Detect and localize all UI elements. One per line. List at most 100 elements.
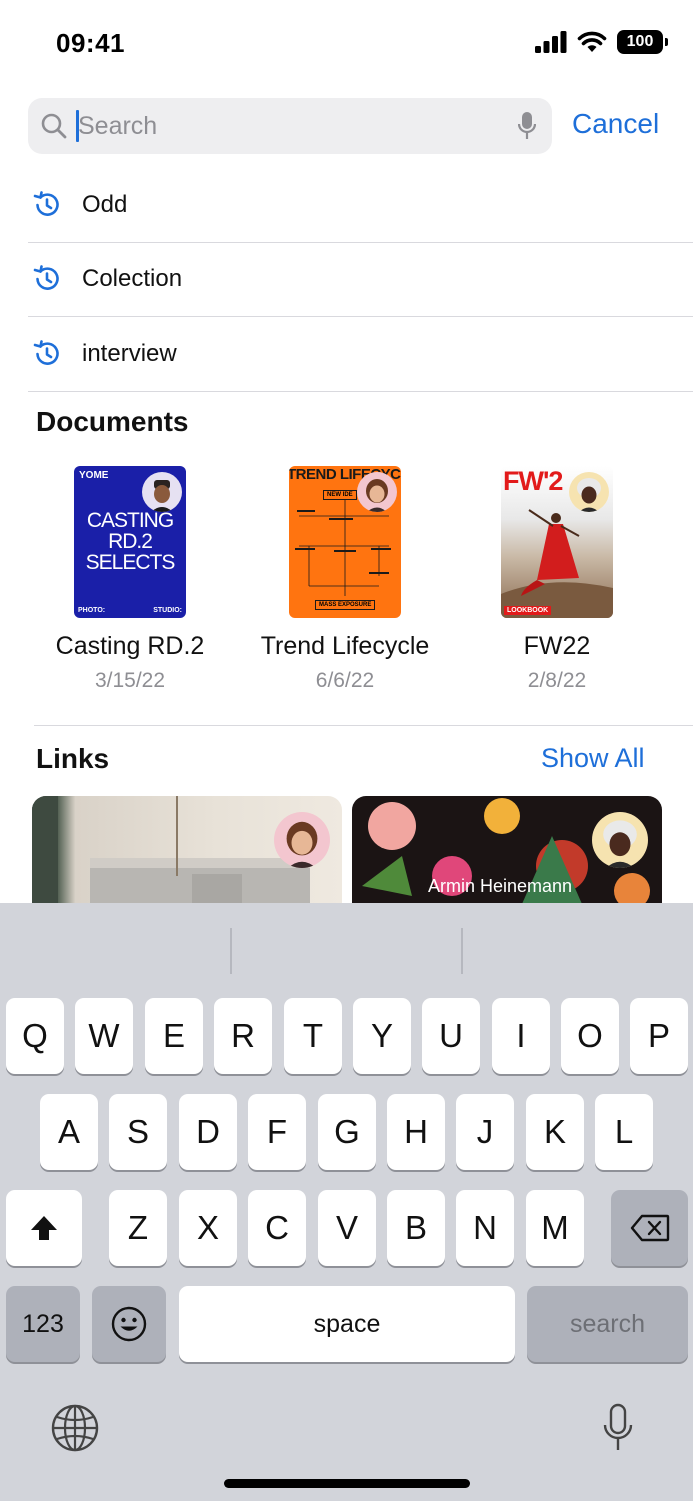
numbers-key[interactable]: 123 — [6, 1286, 80, 1362]
emoji-key[interactable] — [92, 1286, 166, 1362]
recent-search-item[interactable]: interview — [28, 317, 693, 392]
search-bar: Cancel — [28, 98, 668, 154]
history-icon — [33, 190, 59, 216]
thumbnail-footer-right: STUDIO: — [153, 607, 182, 614]
cellular-signal-icon — [535, 31, 567, 53]
recent-search-label: interview — [82, 339, 177, 367]
key-i[interactable]: I — [492, 998, 550, 1074]
document-thumbnail: TREND LIFECYC NEW IDE MASS EXPOSURE — [289, 466, 401, 618]
dictation-microphone-icon[interactable] — [602, 1403, 634, 1455]
document-item[interactable]: YOME CASTING RD.2 SELECTS PHOTO: STUDIO:… — [30, 466, 230, 693]
key-o[interactable]: O — [561, 998, 619, 1074]
key-b[interactable]: B — [387, 1190, 445, 1266]
key-v[interactable]: V — [318, 1190, 376, 1266]
key-w[interactable]: W — [75, 998, 133, 1074]
backspace-icon — [630, 1214, 669, 1242]
key-h[interactable]: H — [387, 1094, 445, 1170]
microphone-icon[interactable] — [518, 111, 536, 141]
space-key[interactable]: space — [179, 1286, 515, 1362]
key-m[interactable]: M — [526, 1190, 584, 1266]
link-card[interactable] — [32, 796, 342, 904]
memoji-avatar-icon — [286, 821, 318, 868]
document-item[interactable]: TREND LIFECYC NEW IDE MASS EXPOSURE Tren… — [245, 466, 445, 693]
history-icon — [33, 265, 59, 291]
shift-key[interactable] — [6, 1190, 82, 1266]
avatar — [569, 472, 609, 512]
memoji-avatar-icon — [151, 480, 173, 512]
recent-search-label: Odd — [82, 190, 128, 218]
key-r[interactable]: R — [214, 998, 272, 1074]
link-card[interactable]: Armin Heinemann — [352, 796, 662, 904]
wifi-icon — [577, 31, 607, 52]
status-bar: 09:41 100 — [0, 0, 693, 90]
key-t[interactable]: T — [284, 998, 342, 1074]
key-g[interactable]: G — [318, 1094, 376, 1170]
recent-search-label: Colection — [82, 265, 183, 293]
document-date: 3/15/22 — [94, 669, 166, 692]
recent-search-item[interactable]: Colection — [28, 243, 693, 317]
show-all-links-button[interactable]: Show All — [541, 743, 645, 774]
thumbnail-title: CASTING RD.2 SELECTS — [74, 510, 186, 573]
thumbnail-box: MASS EXPOSURE — [315, 600, 376, 610]
memoji-avatar-icon — [577, 478, 601, 512]
key-p[interactable]: P — [630, 998, 688, 1074]
recent-searches-list: Odd Colection interview — [28, 168, 693, 392]
key-c[interactable]: C — [248, 1190, 306, 1266]
avatar — [142, 472, 182, 512]
document-name: FW22 — [523, 632, 591, 660]
home-indicator — [224, 1479, 470, 1488]
battery-indicator: 100 — [617, 30, 668, 54]
key-y[interactable]: Y — [353, 998, 411, 1074]
document-thumbnail: FW'2 LOOKBOOK — [501, 466, 613, 618]
search-field[interactable] — [28, 98, 552, 154]
shift-arrow-icon — [31, 1216, 57, 1240]
suggestion-divider — [230, 928, 232, 974]
key-l[interactable]: L — [595, 1094, 653, 1170]
emoji-icon — [111, 1306, 147, 1342]
thumbnail-title-line: RD.2 — [108, 530, 153, 553]
delete-key[interactable] — [611, 1190, 688, 1266]
key-d[interactable]: D — [179, 1094, 237, 1170]
history-icon — [33, 339, 59, 365]
key-a[interactable]: A — [40, 1094, 98, 1170]
thumbnail-brand: YOME — [79, 470, 109, 481]
key-s[interactable]: S — [109, 1094, 167, 1170]
document-date: 2/8/22 — [527, 669, 587, 692]
link-caption: Armin Heinemann — [428, 876, 573, 896]
document-name: Trend Lifecycle — [260, 632, 430, 660]
section-divider — [34, 725, 693, 726]
avatar — [274, 812, 330, 868]
status-icons: 100 — [535, 30, 668, 54]
memoji-avatar-icon — [603, 820, 637, 868]
avatar — [592, 812, 648, 868]
key-k[interactable]: K — [526, 1094, 584, 1170]
suggestion-divider — [461, 928, 463, 974]
key-z[interactable]: Z — [109, 1190, 167, 1266]
key-x[interactable]: X — [179, 1190, 237, 1266]
memoji-avatar-icon — [366, 479, 388, 512]
document-name: Casting RD.2 — [55, 632, 205, 660]
search-input[interactable] — [78, 106, 498, 146]
thumbnail-footer-left: PHOTO: — [78, 607, 106, 614]
key-q[interactable]: Q — [6, 998, 64, 1074]
thumbnail-title-line: SELECTS — [85, 551, 176, 574]
document-item[interactable]: FW'2 LOOKBOOK FW22 2/8/22 — [457, 466, 657, 693]
search-key[interactable]: search — [527, 1286, 688, 1362]
recent-search-item[interactable]: Odd — [28, 168, 693, 243]
cancel-button[interactable]: Cancel — [572, 108, 659, 140]
key-e[interactable]: E — [145, 998, 203, 1074]
status-time: 09:41 — [56, 28, 125, 58]
battery-level: 100 — [626, 33, 654, 50]
key-f[interactable]: F — [248, 1094, 306, 1170]
key-u[interactable]: U — [422, 998, 480, 1074]
key-j[interactable]: J — [456, 1094, 514, 1170]
globe-icon[interactable] — [50, 1403, 100, 1453]
documents-section-title: Documents — [36, 406, 189, 437]
key-n[interactable]: N — [456, 1190, 514, 1266]
thumbnail-tag: LOOKBOOK — [504, 606, 552, 615]
document-date: 6/6/22 — [315, 669, 375, 692]
search-icon — [41, 113, 67, 139]
document-thumbnail: YOME CASTING RD.2 SELECTS PHOTO: STUDIO: — [74, 466, 186, 618]
avatar — [357, 472, 397, 512]
thumbnail-title-line: CASTING — [86, 509, 174, 532]
